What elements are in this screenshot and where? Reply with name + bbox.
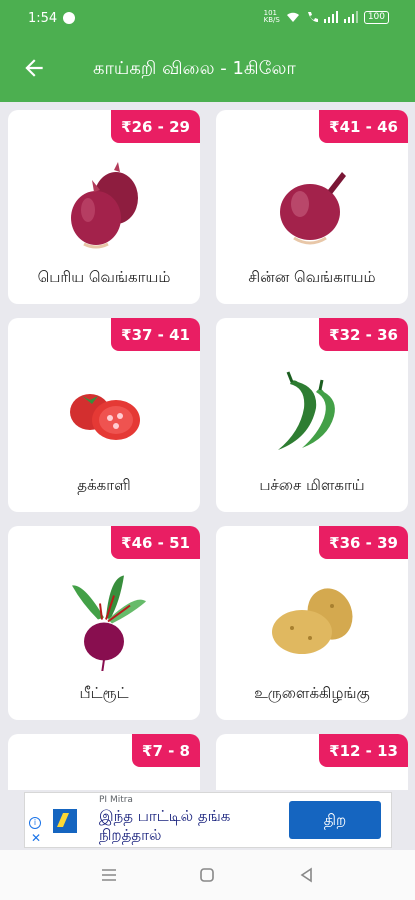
arrow-back-icon[interactable] <box>21 55 47 81</box>
app-bar: காய்கறி விலை - 1கிலோ <box>0 38 415 102</box>
vegetable-card[interactable]: ₹7 - 8 <box>8 734 200 790</box>
signal-icon <box>343 11 358 23</box>
beetroot-icon <box>72 575 146 671</box>
network-speed: 101 KB/S <box>263 9 280 24</box>
status-time: 1:54 <box>28 11 58 26</box>
ad-brand-logo-icon <box>53 809 77 833</box>
vegetable-card[interactable]: ₹41 - 46 சின்ன வெங்காயம் <box>216 110 408 304</box>
price-badge: ₹36 - 39 <box>319 526 408 559</box>
ad-close-icon[interactable]: ✕ <box>31 831 41 845</box>
tomato-icon <box>70 394 140 440</box>
vegetable-card[interactable]: ₹46 - 51 பீட்ரூட் <box>8 526 200 720</box>
recent-apps-icon[interactable] <box>100 866 118 884</box>
ad-open-button[interactable]: திற <box>289 801 381 839</box>
price-badge: ₹12 - 13 <box>319 734 408 767</box>
page-title: காய்கறி விலை - 1கிலோ <box>93 58 296 79</box>
vegetable-card[interactable]: ₹26 - 29 பெரிய வெங்காயம் <box>8 110 200 304</box>
vegetable-price-grid: ₹26 - 29 பெரிய வெங்காயம் ₹41 - 46 சின்ன … <box>0 102 415 790</box>
vegetable-card[interactable]: ₹37 - 41 தக்காளி <box>8 318 200 512</box>
back-icon[interactable] <box>298 866 316 884</box>
small-onion-icon <box>280 172 346 245</box>
price-badge: ₹32 - 36 <box>319 318 408 351</box>
ad-brand: PI Mitra <box>99 795 133 805</box>
vegetable-name: பீட்ரூட் <box>79 684 129 702</box>
ad-headline: இந்த பாட்டில் தங்க நிறத்தால் <box>99 807 231 844</box>
price-badge: ₹46 - 51 <box>111 526 200 559</box>
home-icon[interactable] <box>198 866 216 884</box>
ad-banner[interactable]: i ✕ PI Mitra இந்த பாட்டில் தங்க நிறத்தால… <box>24 792 392 848</box>
vegetable-name: பச்சை மிளகாய் <box>259 476 365 494</box>
notification-dot-icon <box>63 12 75 24</box>
green-chilli-icon <box>278 371 335 450</box>
status-icons: 101 KB/S 100 <box>264 10 389 24</box>
vegetable-name: சின்ன வெங்காயம் <box>248 268 376 286</box>
vegetable-name: உருளைக்கிழங்கு <box>254 684 370 702</box>
price-badge: ₹7 - 8 <box>132 734 200 767</box>
status-bar: 1:54 101 KB/S 100 <box>0 0 415 38</box>
potato-icon <box>272 588 353 654</box>
system-nav-bar <box>0 850 415 900</box>
call-icon <box>307 12 318 22</box>
battery-icon: 100 <box>363 10 389 24</box>
ad-info-icon[interactable]: i <box>29 817 41 829</box>
vegetable-card[interactable]: ₹36 - 39 உருளைக்கிழங்கு <box>216 526 408 720</box>
vegetable-card[interactable]: ₹32 - 36 பச்சை மிளகாய் <box>216 318 408 512</box>
big-onion-icon <box>71 162 138 249</box>
wifi-icon <box>286 12 299 22</box>
vegetable-name: பெரிய வெங்காயம் <box>37 268 171 286</box>
price-badge: ₹37 - 41 <box>111 318 200 351</box>
vegetable-card[interactable]: ₹12 - 13 <box>216 734 408 790</box>
vegetable-name: தக்காளி <box>77 476 131 494</box>
price-badge: ₹26 - 29 <box>111 110 200 143</box>
price-badge: ₹41 - 46 <box>319 110 408 143</box>
signal-icon <box>323 11 338 23</box>
